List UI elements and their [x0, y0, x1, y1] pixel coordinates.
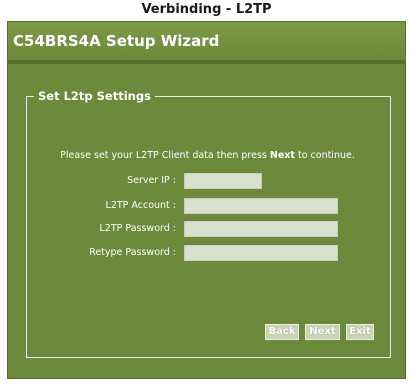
instruction-bold: Next: [269, 150, 295, 161]
section-title: Set L2tp Settings: [34, 88, 155, 104]
retype-password-input[interactable]: [184, 245, 338, 261]
server-ip-label: Server IP :: [127, 175, 176, 186]
wizard-title: C54BRS4A Setup Wizard: [8, 22, 405, 60]
wizard-window: C54BRS4A Setup Wizard Set L2tp Settings …: [7, 21, 406, 379]
instruction-post: to continue.: [294, 150, 355, 161]
l2tp-account-label: L2TP Account :: [105, 200, 176, 211]
exit-button[interactable]: Exit: [346, 324, 374, 340]
back-button[interactable]: Back: [265, 324, 299, 340]
server-ip-row: Server IP :: [8, 172, 407, 190]
l2tp-password-label: L2TP Password :: [99, 223, 176, 234]
l2tp-password-input[interactable]: [184, 221, 338, 237]
instruction-pre: Please set your L2TP Client data then pr…: [60, 150, 270, 161]
page-caption: Verbinding - L2TP: [141, 2, 272, 17]
next-button[interactable]: Next: [305, 324, 340, 340]
l2tp-account-row: L2TP Account :: [8, 197, 407, 215]
l2tp-password-row: L2TP Password :: [8, 220, 407, 238]
retype-password-label: Retype Password :: [89, 247, 176, 258]
server-ip-input[interactable]: [184, 173, 262, 189]
title-divider: [8, 60, 405, 64]
l2tp-account-input[interactable]: [184, 198, 338, 214]
retype-password-row: Retype Password :: [8, 244, 407, 262]
instruction-text: Please set your L2TP Client data then pr…: [8, 150, 407, 161]
